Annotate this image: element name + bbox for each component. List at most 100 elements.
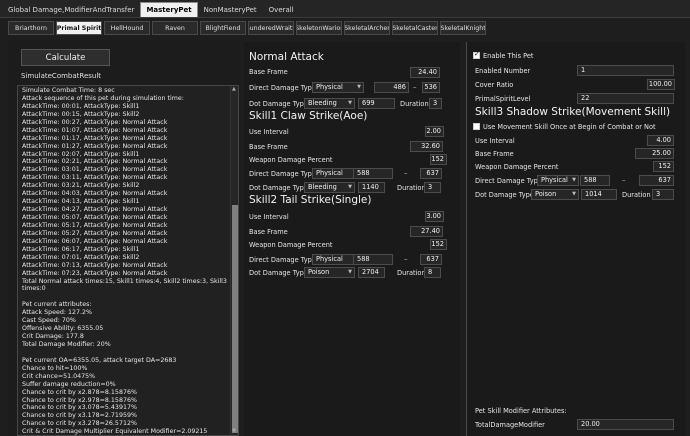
skill3-weapon-label: Weapon Damage Percent [475, 163, 559, 171]
scroll-up-icon[interactable]: ▲ [232, 86, 236, 92]
result-line: Suffer damage reduction=0% [22, 380, 116, 388]
result-line: AttackTime: 01:17, AttackType: Normal At… [22, 134, 168, 142]
scroll-down-icon[interactable]: ▼ [232, 428, 236, 434]
movement-skill-checkbox[interactable] [473, 123, 480, 130]
skill2-direct-type-value: Physical [316, 255, 343, 263]
result-line: AttackTime: 06:07, AttackType: Normal At… [22, 237, 168, 245]
top-tab-overall[interactable]: Overall [263, 2, 300, 17]
normal-dot-value-input[interactable]: 699 [358, 98, 395, 109]
skill1-use-interval-label: Use Interval [249, 128, 289, 136]
skill3-dot-type-select[interactable]: Poison ▼ [531, 189, 579, 200]
skill1-dot-type-select[interactable]: Bleeding ▼ [304, 182, 355, 193]
pet-tab-skeletonwarior[interactable]: SkeletonWarior [296, 21, 342, 35]
skill1-direct-min-input[interactable]: 588 [353, 168, 393, 179]
pet-tab-skeletalarcher[interactable]: SkeletalArcher [344, 21, 390, 35]
skill1-dot-value-input[interactable]: 1140 [358, 182, 385, 193]
skill1-use-interval-input[interactable]: 2.00 [425, 126, 444, 137]
skill2-weapon-label: Weapon Damage Percent [249, 241, 333, 249]
result-line: AttackTime: 03:21, AttackType: Skill2 [22, 182, 140, 190]
pet-tab-blightfiend[interactable]: BlightFiend [200, 21, 246, 35]
result-line: AttackTime: 03:01, AttackType: Normal At… [22, 166, 168, 174]
result-line: Attack Speed: 127.2% [22, 309, 92, 317]
skill1-weapon-input[interactable]: 152 [430, 154, 447, 165]
result-line: AttackTime: 04:03, AttackType: Normal At… [22, 190, 168, 198]
normal-direct-type-select[interactable]: Physical ▼ [312, 82, 364, 93]
chevron-down-icon: ▼ [348, 184, 352, 190]
calculate-button[interactable]: Calculate [21, 49, 110, 66]
result-line: Chance to hit=100% [22, 364, 88, 372]
skill1-base-frame-input[interactable]: 32.60 [410, 141, 443, 152]
cover-ratio-input[interactable]: 100.00 [647, 79, 675, 90]
normal-direct-min-input[interactable]: 486 [374, 82, 409, 93]
normal-direct-max-input[interactable]: 536 [422, 82, 440, 93]
skill2-use-interval-input[interactable]: 3.00 [425, 211, 444, 222]
result-line: Chance to crit by x2.878=8.15876% [22, 388, 137, 396]
skill2-use-interval-label: Use Interval [249, 213, 289, 221]
top-tab-bar: Global Damage,ModifierAndTransfer Mastery… [0, 0, 690, 18]
result-line: Pet current attributes: [22, 301, 92, 309]
normal-base-frame-input[interactable]: 24.40 [410, 67, 440, 78]
skill3-use-interval-label: Use Interval [475, 137, 515, 145]
skill2-weapon-input[interactable]: 152 [430, 239, 447, 250]
skill3-base-frame-input[interactable]: 25.00 [635, 148, 674, 159]
skill3-use-interval-input[interactable]: 4.00 [647, 135, 674, 146]
skill3-direct-min-input[interactable]: 588 [580, 175, 610, 186]
skill2-dot-label: Dot Damage Type [249, 269, 308, 277]
movement-skill-label: Use Movement Skill Once at Begin of Comb… [483, 123, 656, 131]
result-line: Chance to crit by x3.278=26.5712% [22, 420, 137, 428]
normal-duration-label: Duration [400, 100, 429, 108]
skill2-dot-type-select[interactable]: Poison ▼ [304, 267, 355, 278]
enabled-number-input[interactable]: 1 [577, 65, 674, 76]
skill3-dot-value-input[interactable]: 1014 [581, 189, 617, 200]
result-line: times:0 [22, 285, 46, 293]
pet-tab-sunderedwraith[interactable]: SunderedWraith [248, 21, 294, 35]
simulate-combat-result-textarea[interactable]: Simulate Combat Time: 8 sec Attack sequen… [17, 85, 239, 436]
pet-tab-raven[interactable]: Raven [152, 21, 198, 35]
primal-level-input[interactable]: 22 [577, 93, 674, 104]
skill3-weapon-input[interactable]: 152 [653, 161, 674, 172]
attack-settings-panel: Normal Attack Base Frame 24.40 Direct Da… [244, 42, 460, 436]
total-damage-modifier-input[interactable]: 20.00 [577, 419, 674, 430]
result-line: AttackTime: 02:07, AttackType: Skill1 [22, 150, 140, 158]
normal-attack-title: Normal Attack [249, 51, 324, 63]
skill1-duration-input[interactable]: 3 [424, 182, 441, 193]
scroll-thumb[interactable] [232, 205, 238, 433]
skill2-direct-max-input[interactable]: 637 [420, 254, 442, 265]
enable-pet-label: Enable This Pet [483, 52, 534, 60]
skill3-direct-type-select[interactable]: Physical ▼ [537, 175, 579, 186]
result-line: AttackTime: 03:11, AttackType: Normal At… [22, 174, 168, 182]
result-line: AttackTime: 00:15, AttackType: Skill2 [22, 110, 140, 118]
top-tab-nonmasterypet[interactable]: NonMasteryPet [198, 2, 263, 17]
skill2-direct-min-input[interactable]: 588 [353, 254, 393, 265]
normal-direct-label: Direct Damage Type [249, 84, 316, 92]
skill2-base-frame-input[interactable]: 27.40 [410, 226, 443, 237]
skill1-duration-label: Duration [397, 184, 426, 192]
skill3-direct-max-input[interactable]: 637 [639, 175, 674, 186]
simulate-combat-result-label: SimulateCombatResult [21, 72, 102, 80]
range-dash: – [404, 255, 408, 263]
result-line: AttackTime: 04:13, AttackType: Skill1 [22, 198, 140, 206]
pet-tab-skeletalknight[interactable]: SkeletalKnight [440, 21, 486, 35]
result-line: Offensive Ability: 6355.05 [22, 325, 104, 333]
result-line: Chance to crit by x3.178=2.71959% [22, 412, 137, 420]
result-line: Attack sequence of this pet during simul… [22, 94, 184, 102]
enable-pet-checkbox[interactable] [473, 50, 480, 59]
normal-duration-input[interactable]: 3 [429, 98, 442, 109]
skill2-dot-value-input[interactable]: 2704 [358, 267, 385, 278]
pet-tab-briarthorn[interactable]: Briarthorn [8, 21, 54, 35]
pet-tab-skeletalcaster[interactable]: SkeletalCaster [392, 21, 438, 35]
skill3-dot-type-value: Poison [535, 190, 557, 198]
pet-tab-hellhound[interactable]: HellHound [104, 21, 150, 35]
result-line: AttackTime: 00:01, AttackType: Skill1 [22, 102, 140, 110]
top-tab-global-damage-modifierandtransfer[interactable]: Global Damage,ModifierAndTransfer [2, 2, 140, 17]
skill1-direct-max-input[interactable]: 637 [420, 168, 442, 179]
top-tab-masterypet[interactable]: MasteryPet [140, 2, 198, 17]
skill3-duration-input[interactable]: 3 [652, 189, 674, 200]
result-line: Chance to crit by x3.078=5.43917% [22, 404, 137, 412]
skill2-duration-input[interactable]: 8 [424, 267, 441, 278]
chevron-down-icon: ▼ [357, 84, 361, 90]
normal-dot-type-select[interactable]: Bleeding ▼ [304, 98, 355, 109]
pet-tab-primal-spirit[interactable]: Primal Spirit [56, 21, 102, 35]
result-line: AttackTime: 07:01, AttackType: Skill2 [22, 253, 140, 261]
result-scrollbar[interactable]: ▲ ▼ [230, 86, 238, 435]
